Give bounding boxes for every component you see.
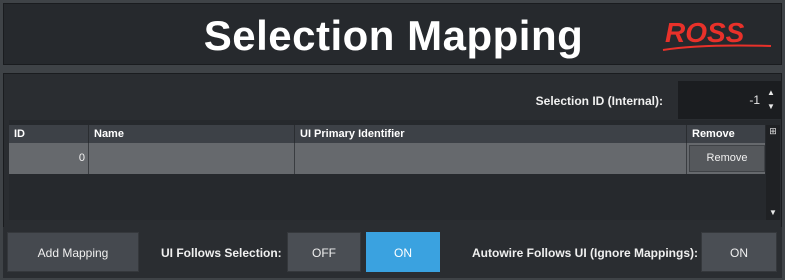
autowire-on-button[interactable]: ON <box>701 232 777 272</box>
column-options-icon[interactable]: ⊞ <box>768 126 778 136</box>
table-scrollbar[interactable]: ⊞ ▼ <box>766 125 780 220</box>
mapping-table: ID Name UI Primary Identifier Remove 0 R… <box>9 120 780 220</box>
column-header-name[interactable]: Name <box>89 125 295 143</box>
add-mapping-button[interactable]: Add Mapping <box>7 232 139 272</box>
ui-follows-off-button[interactable]: OFF <box>287 232 361 272</box>
bottom-bar: Add Mapping UI Follows Selection: OFF ON… <box>3 227 782 278</box>
column-header-id[interactable]: ID <box>9 125 89 143</box>
ross-logo: ROSS <box>662 17 772 51</box>
remove-button[interactable]: Remove <box>689 145 765 172</box>
cell-name[interactable] <box>89 143 295 174</box>
autowire-follows-label: Autowire Follows UI (Ignore Mappings): <box>472 246 698 260</box>
cell-remove: Remove <box>687 143 765 174</box>
spin-down-icon[interactable]: ▼ <box>766 102 776 112</box>
header: Selection Mapping ROSS <box>3 3 782 65</box>
spin-up-icon[interactable]: ▲ <box>766 88 776 98</box>
table-header: ID Name UI Primary Identifier Remove <box>9 125 765 143</box>
column-header-remove[interactable]: Remove <box>687 125 765 143</box>
cell-id[interactable]: 0 <box>9 143 89 174</box>
column-header-ui-primary-identifier[interactable]: UI Primary Identifier <box>295 125 687 143</box>
ui-follows-selection-label: UI Follows Selection: <box>161 246 282 260</box>
scroll-down-icon[interactable]: ▼ <box>768 209 778 217</box>
table-row[interactable]: 0 Remove <box>9 143 765 174</box>
logo-text: ROSS <box>665 17 745 48</box>
ui-follows-on-button[interactable]: ON <box>366 232 440 272</box>
selection-id-spinbox[interactable]: -1 ▲ ▼ <box>678 81 782 119</box>
selection-id-value[interactable]: -1 <box>749 93 760 107</box>
cell-ui-primary-identifier[interactable] <box>295 143 687 174</box>
selection-id-label: Selection ID (Internal): <box>535 94 663 108</box>
